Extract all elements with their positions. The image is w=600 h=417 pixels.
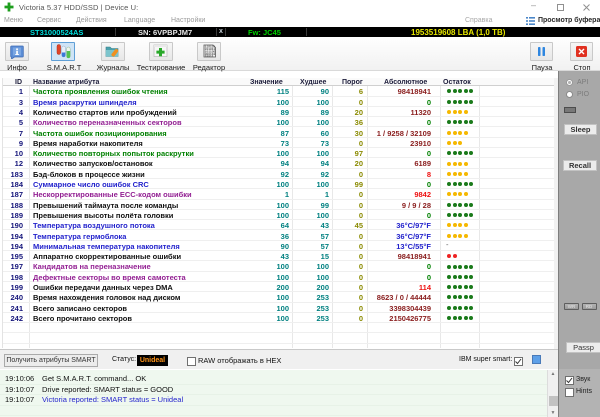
svg-text:10011: 10011 [205,55,214,58]
